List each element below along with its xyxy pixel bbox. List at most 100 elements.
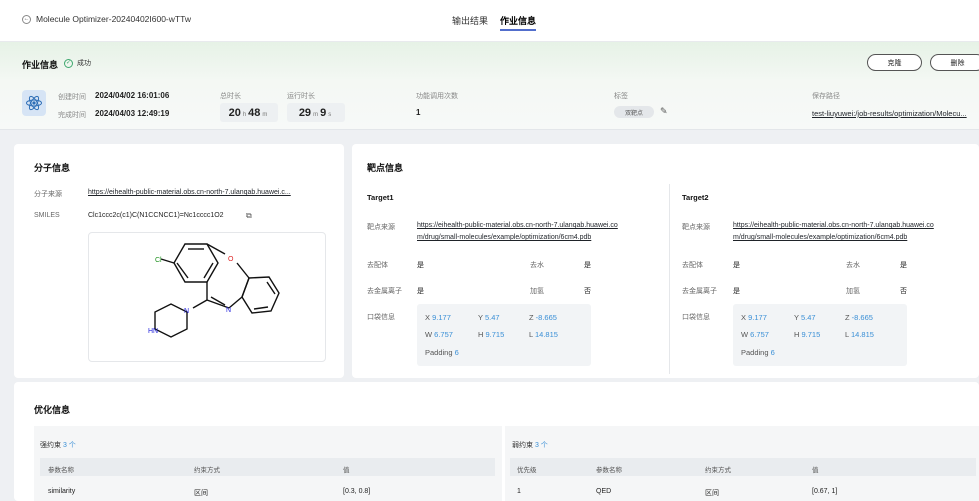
molecule-source-link[interactable]: https://eihealth-public-material.obs.cn-… [88, 189, 291, 196]
target2-pocket-l: L 14.815 [845, 330, 874, 339]
target1-source-label: 靶点来源 [367, 224, 395, 231]
finished-time-value: 2024/04/03 12:49:19 [95, 109, 170, 118]
tag-chip: 双靶点 [614, 106, 654, 118]
target1-ligand-value: 是 [417, 262, 424, 269]
molecule-source-label: 分子来源 [34, 191, 62, 198]
strong-row-mode: 区间 [194, 490, 208, 497]
weak-table-header [510, 458, 976, 476]
save-path-label: 保存路径 [812, 93, 840, 100]
run-duration-value: 29 m 9 s [287, 103, 345, 122]
target2-source-link-cont[interactable]: m/drug/small-molecules/example/optimizat… [733, 234, 907, 241]
atom-hn-label: HN [148, 328, 158, 335]
strong-row-value: [0.3, 0.8] [343, 488, 371, 495]
target1-metal-value: 是 [417, 288, 424, 295]
target2-source-label: 靶点来源 [682, 224, 710, 231]
smiles-value: Clc1ccc2c(c1)C(N1CCNCC1)=Nc1cccc1O2 [88, 212, 224, 219]
target1-pocket-label: 口袋信息 [367, 314, 395, 321]
calls-label: 功能调用次数 [416, 93, 458, 100]
success-check-icon: ✓ [64, 58, 73, 68]
calls-value: 1 [416, 108, 421, 117]
created-time-value: 2024/04/02 16:01:06 [95, 91, 170, 100]
finished-time-label: 完成时间 [58, 112, 86, 119]
weak-row-param: QED [596, 488, 612, 495]
active-tab-indicator [500, 29, 536, 31]
target1-pocket-l: L 14.815 [529, 330, 558, 339]
status-badge: ✓ 成功 [64, 58, 91, 68]
target1-hydrogen-value: 否 [584, 288, 591, 295]
back-arrow-icon: ← [22, 14, 31, 24]
copy-icon[interactable]: ⧉ [246, 211, 252, 221]
target2-hydrogen-value: 否 [900, 288, 907, 295]
target2-pocket-padding: Padding 6 [741, 348, 775, 357]
target2-source-link[interactable]: https://eihealth-public-material.obs.cn-… [733, 222, 934, 229]
total-duration-label: 总时长 [220, 93, 241, 100]
target1-name: Target1 [367, 193, 394, 202]
job-name: Molecule Optimizer-20240402I600-wTTw [36, 14, 191, 24]
target1-source-link[interactable]: https://eihealth-public-material.obs.cn-… [417, 222, 618, 229]
smiles-label: SMILES [34, 212, 60, 219]
strong-row-param: similarity [48, 488, 76, 495]
target2-pocket-z: Z -8.665 [845, 313, 873, 322]
target-title: 靶点信息 [367, 163, 404, 173]
target2-water-label: 去水 [846, 262, 860, 269]
target2-ligand-value: 是 [733, 262, 740, 269]
target2-pocket-w: W 6.757 [741, 330, 769, 339]
molecule-title: 分子信息 [34, 163, 71, 173]
target1-water-value: 是 [584, 262, 591, 269]
target2-metal-value: 是 [733, 288, 740, 295]
strong-table-header [40, 458, 495, 476]
weak-constraints-header: 弱约束 3 个 [512, 442, 548, 449]
target1-pocket-x: X 9.177 [425, 313, 451, 322]
atom-o-label: O [228, 256, 234, 263]
target2-water-value: 是 [900, 262, 907, 269]
target1-ligand-label: 去配体 [367, 262, 388, 269]
tab-output[interactable]: 输出结果 [452, 14, 488, 27]
target1-water-label: 去水 [530, 262, 544, 269]
target2-name: Target2 [682, 193, 709, 202]
status-text: 成功 [77, 60, 91, 67]
target1-pocket-y: Y 5.47 [478, 313, 500, 322]
back-link[interactable]: ← Molecule Optimizer-20240402I600-wTTw [22, 14, 191, 24]
target2-hydrogen-label: 加氢 [846, 288, 860, 295]
job-info-title: 作业信息 [22, 60, 59, 70]
molecule-structure: Cl O N N HN [88, 232, 326, 362]
tags-label: 标签 [614, 93, 628, 100]
target1-pocket-z: Z -8.665 [529, 313, 557, 322]
total-duration-value: 20 h 48 m [220, 103, 278, 122]
tab-job-info[interactable]: 作业信息 [500, 14, 536, 27]
weak-col-value: 值 [812, 467, 819, 474]
strong-constraints-header: 强约束 3 个 [40, 442, 76, 449]
target2-metal-label: 去金属离子 [682, 288, 717, 295]
atom-n2-label: N [184, 308, 189, 315]
weak-col-priority: 优先级 [517, 467, 537, 474]
molecule-drawing: Cl O N N HN [148, 243, 280, 338]
target2-pocket-h: H 9.715 [794, 330, 821, 339]
target2-ligand-label: 去配体 [682, 262, 703, 269]
delete-button[interactable]: 删除 [930, 54, 979, 71]
save-path-link[interactable]: test-liuyuwei:/job-results/optimization/… [812, 109, 967, 118]
weak-col-param: 参数名称 [596, 467, 622, 474]
atom-n-label: N [226, 307, 231, 314]
clone-button[interactable]: 克隆 [867, 54, 922, 71]
target1-pocket-padding: Padding 6 [425, 348, 459, 357]
target1-pocket-w: W 6.757 [425, 330, 453, 339]
strong-col-mode: 约束方式 [194, 467, 220, 474]
weak-row-mode: 区间 [705, 490, 719, 497]
edit-pencil-icon[interactable]: ✎ [660, 106, 668, 117]
weak-row-priority: 1 [517, 488, 521, 495]
target1-pocket-h: H 9.715 [478, 330, 505, 339]
weak-col-mode: 约束方式 [705, 467, 731, 474]
target1-source-link-cont[interactable]: m/drug/small-molecules/example/optimizat… [417, 234, 591, 241]
target2-pocket-y: Y 5.47 [794, 313, 816, 322]
target-divider [669, 184, 670, 374]
optimization-title: 优化信息 [34, 405, 71, 415]
target2-pocket-x: X 9.177 [741, 313, 767, 322]
created-time-label: 创建时间 [58, 94, 86, 101]
target1-hydrogen-label: 加氢 [530, 288, 544, 295]
atom-icon [22, 90, 46, 116]
strong-col-value: 值 [343, 467, 350, 474]
target1-metal-label: 去金属离子 [367, 288, 402, 295]
strong-col-param: 参数名称 [48, 467, 74, 474]
atom-cl-label: Cl [155, 257, 162, 264]
run-duration-label: 运行时长 [287, 93, 315, 100]
